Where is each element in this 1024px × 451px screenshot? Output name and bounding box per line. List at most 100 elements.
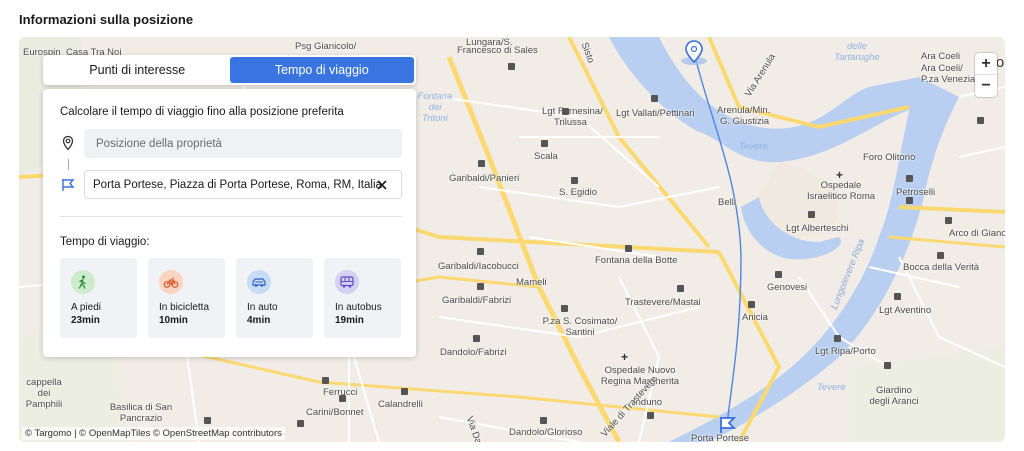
map-label: Calandrelli xyxy=(378,399,423,410)
map-label: S. Egidio xyxy=(559,187,598,198)
map-label: Garibaldi/Panieri xyxy=(449,173,520,184)
bus-stop-icon xyxy=(401,388,408,395)
map-label: Lgt Aventino xyxy=(879,305,932,316)
zoom-out-button[interactable]: − xyxy=(975,75,997,97)
origin-input[interactable] xyxy=(84,129,402,158)
map-label: Basilica di San Pancrazio xyxy=(109,402,173,424)
map-label: Ara Coeli xyxy=(921,51,961,62)
location-pin-icon xyxy=(62,135,74,151)
tab-points-of-interest[interactable]: Punti di interesse xyxy=(45,57,230,83)
bus-stop-icon xyxy=(322,377,329,384)
map-label: Lgt Ripa/Porto xyxy=(815,346,876,357)
bus-stop-icon xyxy=(477,248,484,255)
map-label: Dandolo/Fabrizi xyxy=(440,347,507,358)
clear-icon[interactable] xyxy=(375,178,389,192)
map-label: Anicia xyxy=(742,312,768,323)
map-label: Bocca della Verità xyxy=(903,262,980,273)
car-icon xyxy=(247,270,271,294)
map-label: Arco di Giano xyxy=(949,228,1005,239)
mode-label: In auto xyxy=(247,302,278,313)
map-label: Ospedale Nuovo Regina Margherita xyxy=(600,365,680,387)
map-label: Scala xyxy=(534,151,558,162)
map-label: Psg Gianicolo/ xyxy=(295,41,357,52)
bus-stop-icon xyxy=(339,395,346,402)
map-label: Trilussa xyxy=(554,117,587,128)
zoom-control: + − xyxy=(975,53,997,97)
mode-label: In bicicletta xyxy=(159,302,210,313)
bus-stop-icon xyxy=(204,417,211,424)
mode-label: A piedi xyxy=(71,302,102,313)
bus-stop-icon xyxy=(884,362,891,369)
bicycle-icon xyxy=(159,270,183,294)
route-connector xyxy=(68,159,69,170)
bus-stop-icon xyxy=(651,95,658,102)
bus-stop-icon xyxy=(541,140,548,147)
map-label: Foro Olitorio xyxy=(863,152,916,163)
map-label: cappella dei Pamphili xyxy=(25,377,63,410)
bus-stop-icon xyxy=(748,301,755,308)
bus-stop-icon xyxy=(775,271,782,278)
map-label: Lgt Vallati/Pettinari xyxy=(616,108,695,119)
divider xyxy=(60,216,402,217)
destination-value[interactable]: Porta Portese, Piazza di Porta Portese, … xyxy=(93,179,382,191)
map-label: Tevere xyxy=(817,382,846,393)
map-label: Fontana della Botte xyxy=(595,255,678,266)
mode-card-car[interactable]: In auto 4min xyxy=(236,258,313,338)
map-label: Tevere xyxy=(739,141,768,152)
bus-stop-icon xyxy=(477,283,484,290)
bus-stop-icon xyxy=(834,335,841,342)
mode-time: 19min xyxy=(335,315,364,326)
map-label: Lgt Farnesina/ xyxy=(542,106,603,117)
map-label: Petroselli xyxy=(896,187,936,198)
walking-icon xyxy=(71,270,95,294)
bus-icon xyxy=(335,270,359,294)
zoom-in-button[interactable]: + xyxy=(975,53,997,75)
map-label: Mameli xyxy=(516,277,547,288)
bus-stop-icon xyxy=(894,293,901,300)
mode-time: 23min xyxy=(71,315,100,326)
destination-field[interactable]: Porta Portese, Piazza di Porta Portese, … xyxy=(84,170,402,199)
map-attribution[interactable]: © Targomo | © OpenMapTiles © OpenStreetM… xyxy=(22,427,285,440)
travel-time-label: Tempo di viaggio: xyxy=(60,236,150,248)
bus-stop-icon xyxy=(473,335,480,342)
map-label: Carini/Bonnet xyxy=(306,407,364,418)
mode-card-bicycle[interactable]: In bicicletta 10min xyxy=(148,258,225,338)
bus-stop-icon xyxy=(906,175,913,182)
tab-bar: Punti di interesse Tempo di viaggio xyxy=(43,55,416,85)
map-label: P.za Venezia xyxy=(921,74,976,85)
bus-stop-icon xyxy=(561,305,568,312)
map-label: Ara Coeli/ xyxy=(921,63,963,74)
map[interactable]: Eurospin Casa Tra Noi Lungara/S. Frances… xyxy=(19,37,1005,442)
mode-time: 4min xyxy=(247,315,271,326)
hospital-icon: + xyxy=(621,350,629,364)
bus-stop-icon xyxy=(677,285,684,292)
map-label: Ospedale Israelitico Roma xyxy=(806,180,876,202)
mode-card-walking[interactable]: A piedi 23min xyxy=(60,258,137,338)
bus-stop-icon xyxy=(808,211,815,218)
map-label: Trastevere/Mastai xyxy=(625,297,701,308)
section-title: Informazioni sulla posizione xyxy=(19,12,194,27)
bus-stop-icon xyxy=(540,417,547,424)
bus-stop-icon xyxy=(945,217,952,224)
bus-stop-icon xyxy=(937,252,944,259)
map-label: Francesco di Sales xyxy=(457,45,538,56)
bus-stop-icon xyxy=(906,197,913,204)
map-label: Giardino degli Aranci xyxy=(869,385,919,407)
map-label: P.za S. Cosimato/ Santini xyxy=(542,316,618,338)
map-label: Arenula/Min. xyxy=(717,105,771,116)
flag-icon xyxy=(62,179,75,191)
bus-stop-icon xyxy=(977,117,984,124)
bus-stop-icon xyxy=(562,108,569,115)
bus-stop-icon xyxy=(478,160,485,167)
map-label: delle Tartarughe xyxy=(834,41,880,63)
bus-stop-icon xyxy=(647,412,654,419)
mode-time: 10min xyxy=(159,315,188,326)
map-label: Belli xyxy=(718,197,736,208)
map-label: Garibaldi/Fabrizi xyxy=(442,295,512,306)
map-label: Porta Portese xyxy=(691,433,750,442)
map-label: G. Giustizia xyxy=(720,116,770,127)
mode-card-bus[interactable]: In autobus 19min xyxy=(324,258,401,338)
panel-heading: Calcolare il tempo di viaggio fino alla … xyxy=(60,106,344,118)
travel-time-panel: Calcolare il tempo di viaggio fino alla … xyxy=(43,89,416,357)
tab-travel-time[interactable]: Tempo di viaggio xyxy=(229,57,414,83)
